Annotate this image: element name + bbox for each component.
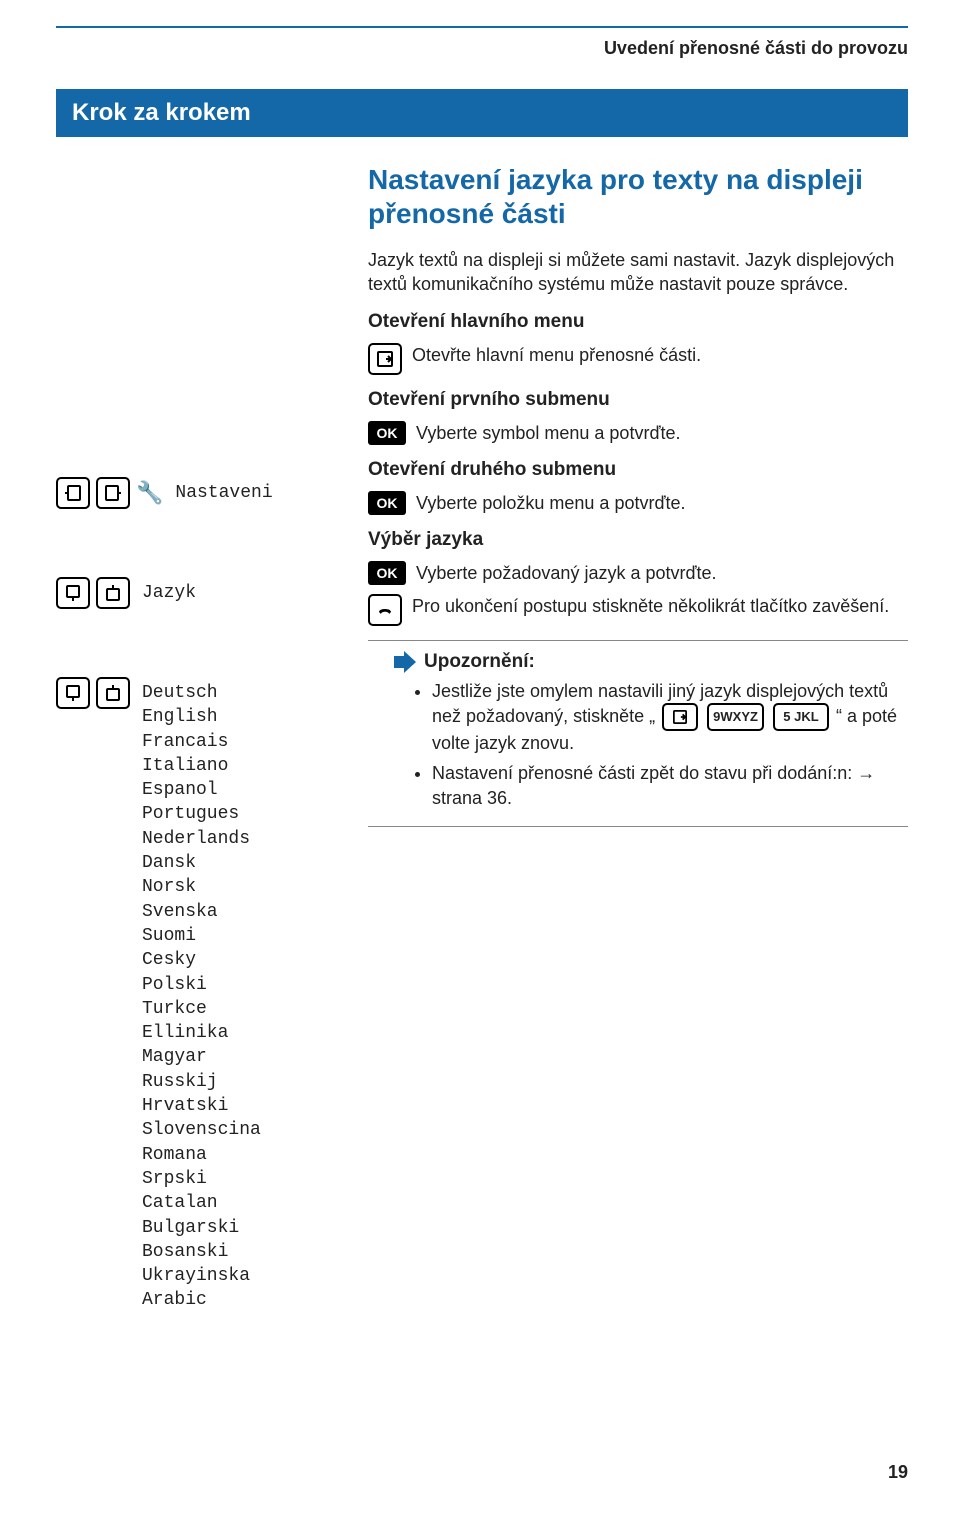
nav-left-icon [56, 477, 90, 509]
language-option: Espanol [142, 778, 261, 802]
keypad-9-icon: 9WXYZ [707, 703, 764, 731]
heading-open-sub2: Otevření druhého submenu [368, 459, 908, 481]
language-option: English [142, 705, 261, 729]
language-list: DeutschEnglishFrancaisItalianoEspanolPor… [136, 677, 267, 1317]
language-option: Polski [142, 973, 261, 997]
nav-down-icon [56, 577, 90, 609]
nav-label-language: Jazyk [136, 579, 298, 607]
note-title: Upozornění: [424, 651, 535, 673]
note-box: Upozornění: Jestliže jste omylem nastavi… [368, 640, 908, 827]
step-column: 🔧 Nastaveni Jazyk [56, 163, 356, 1329]
language-option: Bulgarski [142, 1216, 261, 1240]
language-option: Romana [142, 1143, 261, 1167]
sub1-instruction: Vyberte symbol menu a potvrďte. [416, 421, 681, 445]
language-option: Portugues [142, 802, 261, 826]
sub2-instruction: Vyberte položku menu a potvrďte. [416, 491, 686, 515]
nav-row-lang-list: DeutschEnglishFrancaisItalianoEspanolPor… [56, 677, 356, 1317]
select-lang-instruction: Vyberte požadovaný jazyk a potvrďte. [416, 561, 717, 585]
nav-right-icon [96, 477, 130, 509]
page-number: 19 [888, 1462, 908, 1483]
language-option: Srpski [142, 1167, 261, 1191]
menu-icon [368, 343, 402, 375]
nav-up-icon [96, 677, 130, 709]
note-item: Jestliže jste omylem nastavili jiný jazy… [432, 679, 908, 756]
language-option: Dansk [142, 851, 261, 875]
language-option: Bosanski [142, 1240, 261, 1264]
heading-open-main: Otevření hlavního menu [368, 311, 908, 333]
end-instruction: Pro ukončení postupu stiskněte několikrá… [412, 594, 889, 618]
language-option: Russkij [142, 1070, 261, 1094]
language-option: Ukrayinska [142, 1264, 261, 1288]
note-list: Jestliže jste omylem nastavili jiný jazy… [408, 679, 908, 810]
language-option: Deutsch [142, 681, 261, 705]
intro-text: Jazyk textů na displeji si můžete sami n… [368, 248, 908, 297]
language-option: Cesky [142, 948, 261, 972]
instruction-column: Nastavení jazyka pro texty na displeji p… [368, 163, 908, 1329]
language-option: Magyar [142, 1045, 261, 1069]
heading-select-lang: Výběr jazyka [368, 529, 908, 551]
language-option: Suomi [142, 924, 261, 948]
note-item: Nastavení přenosné části zpět do stavu p… [432, 761, 908, 810]
language-option: Francais [142, 730, 261, 754]
language-option: Slovenscina [142, 1118, 261, 1142]
hangup-icon [368, 594, 402, 626]
ok-button-icon: OK [368, 491, 406, 515]
note-arrow-icon [394, 653, 416, 671]
nav-row-language: Jazyk [56, 577, 356, 609]
nav-up-icon [96, 577, 130, 609]
menu-icon [662, 703, 698, 731]
nav-row-settings: 🔧 Nastaveni [56, 477, 356, 509]
language-option: Norsk [142, 875, 261, 899]
ok-button-icon: OK [368, 421, 406, 445]
language-option: Catalan [142, 1191, 261, 1215]
wrench-icon: 🔧 [136, 480, 163, 506]
language-option: Ellinika [142, 1021, 261, 1045]
keypad-5-icon: 5 JKL [773, 703, 829, 731]
language-option: Turkce [142, 997, 261, 1021]
language-option: Svenska [142, 900, 261, 924]
step-banner: Krok za krokem [56, 89, 908, 137]
nav-label-settings: Nastaveni [169, 479, 331, 507]
language-option: Arabic [142, 1288, 261, 1312]
open-main-instruction: Otevřte hlavní menu přenosné části. [412, 343, 701, 367]
language-option: Hrvatski [142, 1094, 261, 1118]
page-title: Nastavení jazyka pro texty na displeji p… [368, 163, 908, 230]
language-option: Nederlands [142, 827, 261, 851]
ok-button-icon: OK [368, 561, 406, 585]
nav-down-icon [56, 677, 90, 709]
running-head: Uvedení přenosné části do provozu [56, 38, 908, 59]
language-option: Italiano [142, 754, 261, 778]
heading-open-sub1: Otevření prvního submenu [368, 389, 908, 411]
